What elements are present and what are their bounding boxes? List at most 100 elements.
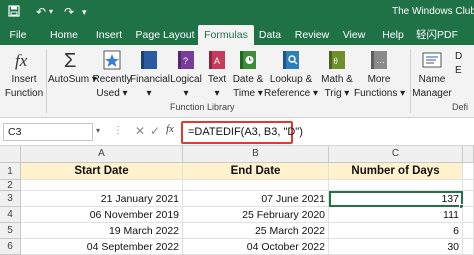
text-button[interactable]: A Text ▾ [204, 48, 230, 100]
math-trig-label-1: Math & [321, 74, 353, 85]
tab-view[interactable]: View [340, 25, 368, 45]
financial-label: Financial [130, 74, 171, 85]
header-start-date[interactable]: Start Date [21, 163, 183, 180]
cell-c2[interactable] [329, 180, 463, 191]
tab-insert[interactable]: Insert [92, 25, 126, 45]
table-cell-start[interactable]: 21 January 2021 [21, 191, 183, 207]
lookup-reference-button[interactable]: Lookup & Reference ▾ [264, 48, 318, 100]
svg-text:?: ? [183, 56, 188, 66]
tab-page-layout[interactable]: Page Layout [135, 25, 195, 45]
tab-pdf[interactable]: 轻闪PDF [414, 25, 460, 45]
table-cell-end[interactable]: 07 June 2021 [183, 191, 329, 207]
formula-input[interactable]: =DATEDIF(A3, B3, "D") [188, 126, 303, 138]
column-header-d[interactable] [463, 146, 474, 163]
name-box[interactable]: C3 [3, 123, 93, 141]
row-header-2[interactable]: 2 [0, 180, 21, 191]
save-icon[interactable] [8, 5, 20, 20]
name-manager-label-1: Name [418, 74, 446, 85]
date-time-button[interactable]: Date & Time ▾ [230, 48, 266, 100]
financial-caret: ▾ [146, 88, 152, 99]
recently-used-label-2: Used ▾ [96, 88, 128, 99]
lookup-book-icon [279, 48, 303, 72]
recently-used-button[interactable]: Recently Used ▾ [92, 48, 132, 100]
cell-d5[interactable] [463, 223, 474, 239]
cell-b2[interactable] [183, 180, 329, 191]
logical-caret: ▾ [183, 88, 189, 99]
cell-d3[interactable] [463, 191, 474, 207]
insert-function-button[interactable]: fx Insert Function [4, 48, 44, 100]
row-header-5[interactable]: 5 [0, 223, 21, 239]
redo-icon[interactable]: ↷ [64, 5, 74, 19]
table-cell-days[interactable]: 30 [329, 239, 463, 255]
cell-d4[interactable] [463, 207, 474, 223]
table-cell-end[interactable]: 25 February 2020 [183, 207, 329, 223]
text-label: Text [207, 74, 227, 85]
cell-d2[interactable] [463, 180, 474, 191]
table-cell-end[interactable]: 04 October 2022 [183, 239, 329, 255]
row-header-4[interactable]: 4 [0, 207, 21, 223]
svg-text:A: A [214, 56, 220, 66]
name-manager-icon [420, 48, 444, 72]
undo-icon[interactable]: ↶ [36, 5, 46, 19]
math-trig-label-2: Trig ▾ [324, 88, 350, 99]
logical-button[interactable]: ? Logical ▾ [170, 48, 202, 100]
name-box-dropdown-icon[interactable]: ▾ [96, 126, 100, 135]
column-header-c[interactable]: C [329, 146, 463, 163]
use-in-formula-partial[interactable]: E [455, 65, 462, 76]
table-cell-start[interactable]: 06 November 2019 [21, 207, 183, 223]
cell-d1[interactable] [463, 163, 474, 180]
header-number-of-days[interactable]: Number of Days [329, 163, 463, 180]
customize-toolbar-icon[interactable]: ▾ [82, 5, 87, 19]
svg-text:fx: fx [15, 51, 28, 70]
tab-formulas[interactable]: Formulas [198, 25, 254, 45]
worksheet-grid: A B C 1 2 3 4 5 6 Start Date End Date Nu… [0, 146, 474, 255]
financial-button[interactable]: Financial ▾ [130, 48, 171, 100]
enter-icon[interactable]: ✓ [150, 124, 160, 138]
sigma-icon: Σ [59, 48, 83, 72]
tab-home[interactable]: Home [48, 25, 80, 45]
financial-book-icon [137, 48, 161, 72]
table-cell-end[interactable]: 25 March 2022 [183, 223, 329, 239]
more-functions-book-icon: … [367, 48, 391, 72]
row-header-3[interactable]: 3 [0, 191, 21, 207]
insert-function-icon[interactable]: fx [166, 123, 174, 135]
autosum-button[interactable]: Σ AutoSum ▾ [48, 48, 97, 86]
cancel-icon[interactable]: ✕ [135, 124, 145, 138]
cell-a2[interactable] [21, 180, 183, 191]
table-cell-start[interactable]: 04 September 2022 [21, 239, 183, 255]
define-name-partial[interactable]: D [455, 51, 462, 62]
recently-used-label-1: Recently [92, 74, 132, 85]
tab-data[interactable]: Data [257, 25, 283, 45]
select-all-corner[interactable] [0, 146, 21, 163]
logical-label: Logical [170, 74, 202, 85]
undo-dropdown-icon[interactable]: ▾ [49, 5, 53, 19]
selected-cell-c3[interactable]: 137 [329, 191, 463, 207]
tab-file[interactable]: File [6, 25, 30, 45]
table-cell-days[interactable]: 6 [329, 223, 463, 239]
header-end-date[interactable]: End Date [183, 163, 329, 180]
name-manager-button[interactable]: Name Manager [412, 48, 452, 100]
svg-text:θ: θ [334, 56, 338, 66]
date-time-label-2: Time ▾ [233, 88, 263, 99]
text-book-icon: A [205, 48, 229, 72]
more-functions-label-1: More [367, 74, 391, 85]
window-title: The Windows Club [392, 6, 474, 17]
table-cell-start[interactable]: 19 March 2022 [21, 223, 183, 239]
function-library-group-label: Function Library [170, 102, 235, 112]
autosum-label: AutoSum ▾ [48, 74, 97, 85]
ribbon-separator [410, 49, 411, 113]
more-functions-button[interactable]: … More Functions ▾ [354, 48, 406, 100]
column-header-a[interactable]: A [21, 146, 183, 163]
tab-review[interactable]: Review [292, 25, 332, 45]
row-header-6[interactable]: 6 [0, 239, 21, 255]
tab-help[interactable]: Help [380, 25, 406, 45]
row-header-1[interactable]: 1 [0, 163, 21, 180]
more-functions-label-2: Functions ▾ [354, 88, 406, 99]
defined-names-group-label: Defi [452, 102, 469, 112]
cell-d6[interactable] [463, 239, 474, 255]
math-book-icon: θ [325, 48, 349, 72]
column-header-b[interactable]: B [183, 146, 329, 163]
table-cell-days[interactable]: 111 [329, 207, 463, 223]
ribbon-separator [46, 49, 47, 113]
math-trig-button[interactable]: θ Math & Trig ▾ [318, 48, 356, 100]
